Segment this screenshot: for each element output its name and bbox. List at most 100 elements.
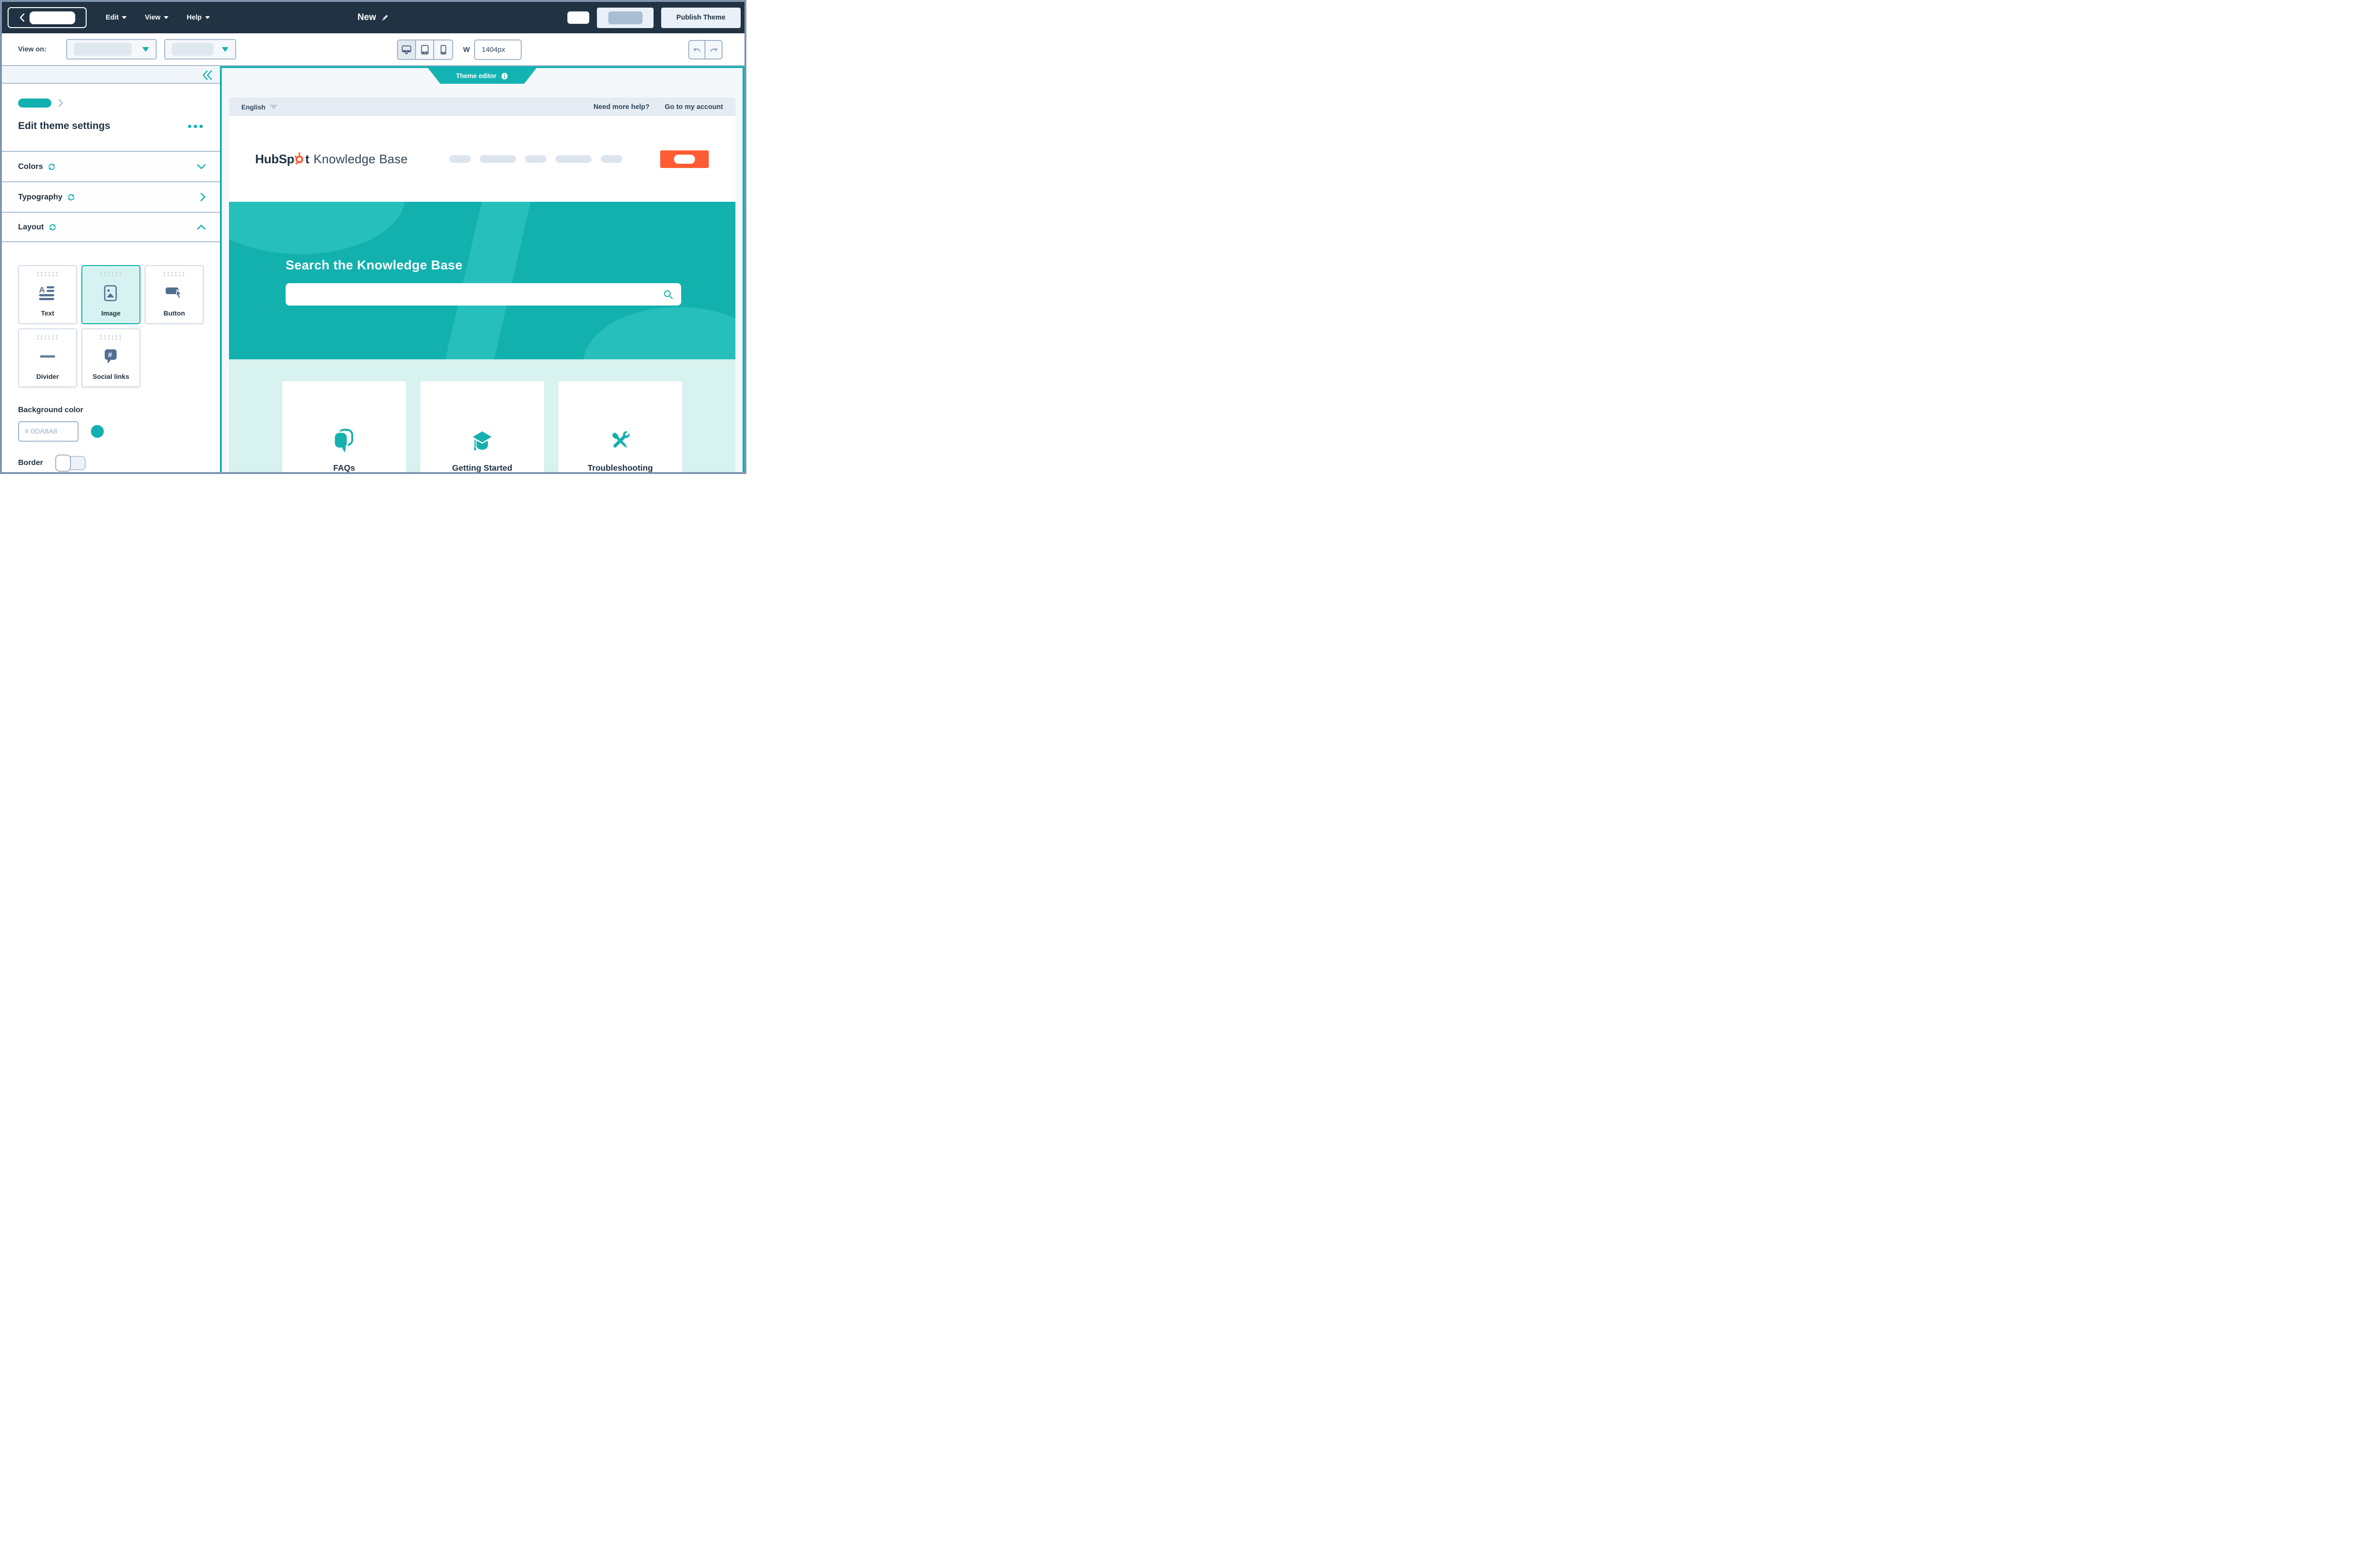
device-tablet-button[interactable] (416, 40, 434, 59)
kb-search-bar (286, 283, 681, 306)
breadcrumb (18, 99, 63, 108)
redacted-button-label (608, 11, 643, 24)
tools-icon (612, 431, 630, 448)
drag-handle-icon[interactable] (37, 335, 59, 340)
section-colors[interactable]: Colors (2, 151, 220, 181)
redacted-nav-item[interactable] (480, 155, 516, 163)
language-selector[interactable]: English (241, 103, 278, 111)
color-swatch[interactable] (91, 425, 104, 438)
redo-icon (710, 48, 717, 52)
menu-edit[interactable]: Edit (103, 10, 129, 25)
secondary-action-button[interactable] (597, 7, 654, 28)
faq-bubbles-icon (333, 429, 353, 453)
drag-handle-icon[interactable] (100, 272, 122, 277)
publish-theme-button[interactable]: Publish Theme (661, 7, 741, 28)
drag-handle-icon[interactable] (163, 272, 185, 277)
redacted-cta-label (674, 154, 695, 164)
more-options-icon[interactable] (185, 122, 206, 131)
dropdown-caret-icon (222, 47, 229, 52)
reset-sync-icon (49, 163, 55, 170)
chevron-right-icon (58, 99, 63, 107)
category-card-troubleshooting[interactable]: Troubleshooting (558, 381, 682, 472)
view-on-dropdown-secondary[interactable] (164, 39, 237, 59)
border-label: Border (18, 459, 43, 467)
redacted-nav-item[interactable] (555, 155, 592, 163)
site-nav-placeholders (449, 155, 622, 163)
layout-card-social-links[interactable]: # Social links (81, 328, 140, 387)
app-window: Edit View Help New Publish Theme View on… (0, 0, 746, 474)
undo-redo-group (688, 40, 723, 59)
drag-handle-icon[interactable] (37, 272, 59, 277)
kb-search-input[interactable] (286, 283, 663, 306)
border-toggle[interactable] (55, 455, 87, 472)
utility-links: Need more help? Go to my account (594, 103, 723, 111)
background-color-input[interactable] (18, 421, 79, 442)
view-on-dropdown-primary[interactable] (66, 39, 157, 59)
mobile-icon (440, 45, 446, 55)
dropdown-caret-icon (142, 47, 149, 52)
theme-editor-tab[interactable]: Theme editor (428, 68, 536, 84)
document-title: New (357, 12, 377, 22)
width-input[interactable] (474, 40, 522, 60)
back-button[interactable] (8, 7, 87, 28)
document-title-wrap: New (357, 2, 389, 33)
category-section: FAQs Getting Started Troubleshooting (229, 359, 735, 472)
redacted-dropdown-value (74, 43, 132, 56)
category-card-getting-started[interactable]: Getting Started (420, 381, 544, 472)
undo-icon (693, 48, 700, 52)
device-preview-toggle (397, 40, 453, 60)
category-card-faqs[interactable]: FAQs (282, 381, 406, 472)
width-label: W (463, 46, 470, 54)
site-header: HubSp t Knowledge Base (229, 116, 735, 202)
decorative-blob (229, 202, 405, 254)
theme-settings-sidebar: Edit theme settings Colors Typography La… (2, 67, 220, 472)
layout-card-button[interactable]: Button (145, 265, 204, 324)
menu-view[interactable]: View (142, 10, 171, 25)
need-help-link[interactable]: Need more help? (594, 103, 650, 111)
info-icon[interactable] (501, 72, 508, 80)
chevron-up-icon (197, 224, 206, 229)
hubspot-sprocket-icon (295, 152, 305, 167)
menu-bar: Edit View Help (103, 10, 213, 25)
my-account-link[interactable]: Go to my account (665, 103, 723, 111)
svg-text:#: # (108, 351, 112, 359)
device-mobile-button[interactable] (434, 40, 452, 59)
layout-card-text[interactable]: A Text (18, 265, 77, 324)
collapse-sidebar-icon[interactable] (202, 70, 213, 80)
background-color-label: Background color (18, 406, 83, 414)
site-cta-button[interactable] (660, 150, 709, 168)
undo-button[interactable] (689, 41, 705, 59)
graduation-cap-icon (470, 430, 494, 451)
search-icon[interactable] (663, 289, 674, 300)
sidebar-collapse-strip (2, 67, 220, 84)
view-on-label: View on: (18, 45, 47, 53)
tablet-icon (421, 45, 428, 55)
decorative-swoosh (438, 202, 536, 359)
section-typography[interactable]: Typography (2, 181, 220, 212)
layout-card-divider[interactable]: Divider (18, 328, 77, 387)
redo-button[interactable] (705, 41, 722, 59)
section-layout[interactable]: Layout (2, 212, 220, 242)
menu-help[interactable]: Help (184, 10, 212, 25)
decorative-blob (583, 307, 735, 359)
hero-heading: Search the Knowledge Base (286, 258, 463, 272)
chevron-left-icon (20, 13, 24, 22)
drag-handle-icon[interactable] (100, 335, 122, 340)
redacted-nav-item[interactable] (449, 155, 471, 163)
redacted-nav-item[interactable] (525, 155, 546, 163)
device-desktop-button[interactable] (398, 40, 416, 59)
hubspot-logo[interactable]: HubSp t Knowledge Base (255, 152, 408, 167)
background-color-control (18, 421, 104, 442)
settings-sections: Colors Typography Layout (2, 151, 220, 242)
preview-website: English Need more help? Go to my account… (229, 98, 735, 472)
redacted-nav-item[interactable] (601, 155, 622, 163)
social-links-element-icon: # (105, 349, 117, 364)
page-title: Edit theme settings (18, 120, 110, 131)
redacted-breadcrumb-item[interactable] (18, 99, 51, 108)
redacted-back-label (29, 11, 75, 24)
pencil-edit-icon[interactable] (381, 14, 389, 22)
desktop-icon (402, 45, 411, 54)
layout-element-grid: A Text Image Button Divider # Social lin… (18, 265, 205, 387)
layout-card-image[interactable]: Image (81, 265, 140, 324)
chevron-down-icon (164, 16, 169, 19)
